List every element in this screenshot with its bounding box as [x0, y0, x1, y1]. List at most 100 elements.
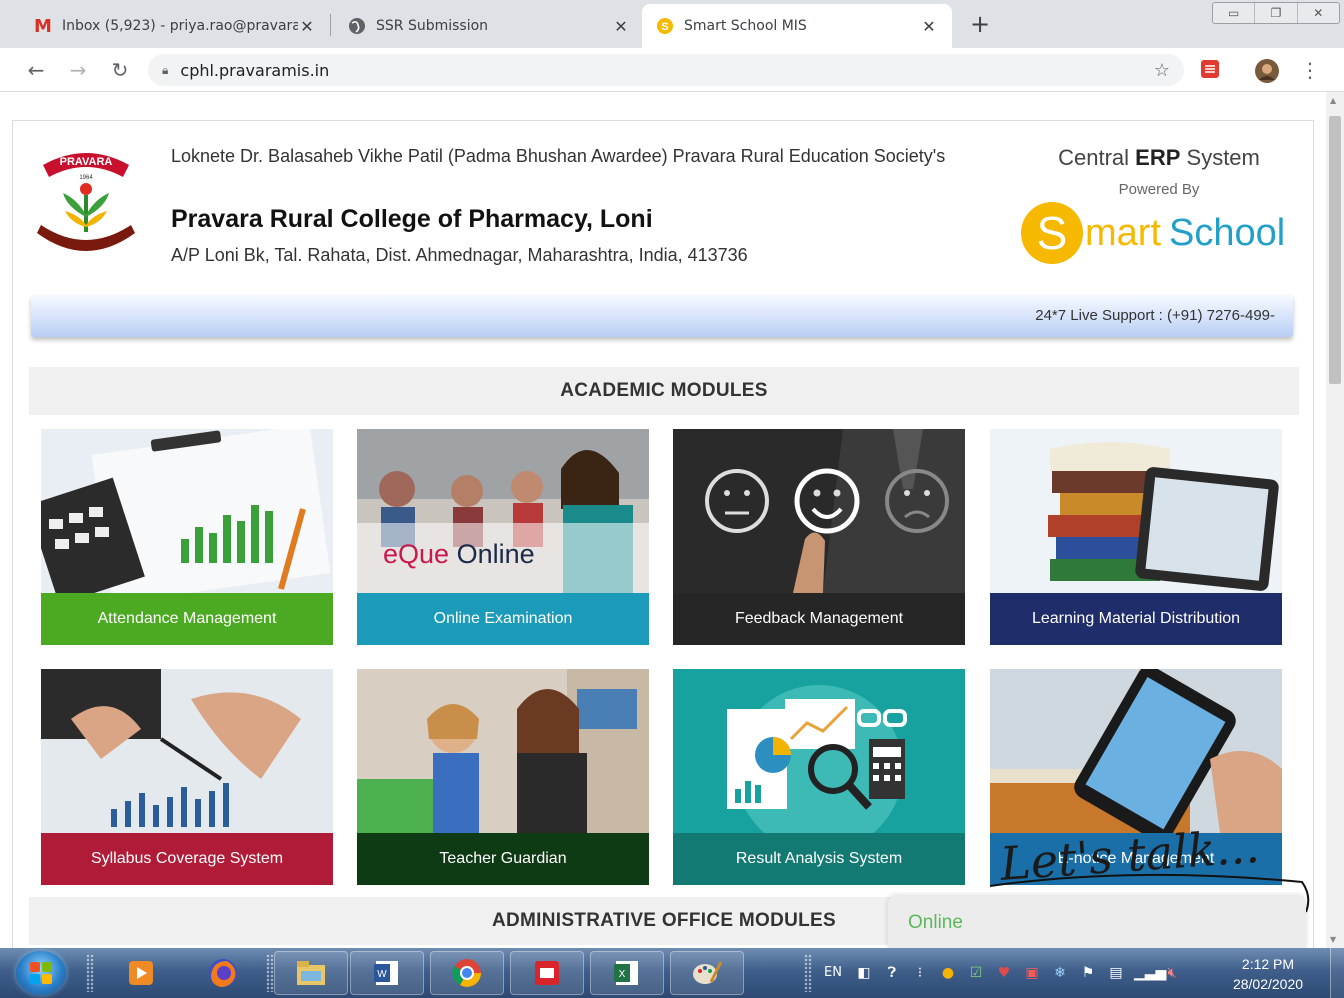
logo-text: PRAVARA: [60, 156, 113, 168]
antivirus-icon[interactable]: ▣: [1022, 963, 1042, 983]
brand-s: S: [1021, 202, 1083, 264]
tab-smart-school-mis[interactable]: S Smart School MIS ✕: [642, 4, 952, 48]
firefox-icon[interactable]: [186, 951, 260, 995]
module-feedback-management[interactable]: Feedback Management: [673, 429, 965, 645]
svg-text:X: X: [619, 969, 626, 980]
back-arrow-icon[interactable]: ←: [24, 58, 48, 82]
volume-muted-icon[interactable]: 🔇︎: [1162, 963, 1182, 983]
tab-ssr-submission[interactable]: SSR Submission ✕: [334, 4, 644, 48]
eque-overlay-1: eQue: [383, 539, 450, 569]
check-icon[interactable]: ☑: [966, 963, 986, 983]
chat-status: Online: [908, 912, 963, 933]
system-tray: EN ◧ ❓︎ ⁝ ● ☑ ♥ ▣ ❄ ⚑ ▤ ▁▃▅ 🔇︎: [820, 948, 1220, 998]
feedback-image: [673, 429, 965, 593]
chat-widget[interactable]: Online: [888, 896, 1306, 948]
tab-label: Smart School MIS: [684, 18, 807, 34]
word-icon[interactable]: W: [350, 951, 424, 995]
eque-overlay-2: Online: [456, 539, 535, 569]
module-attendance-management[interactable]: Attendance Management: [41, 429, 333, 645]
tab-label: Inbox (5,923) - priya.rao@pravara: [62, 18, 298, 34]
system-clock[interactable]: 2:12 PM 28/02/2020: [1220, 954, 1316, 994]
taskbar-grip: [266, 954, 274, 992]
snowflake-icon[interactable]: ❄: [1050, 963, 1070, 983]
clock-date: 28/02/2020: [1232, 976, 1304, 992]
extension-icon[interactable]: [1198, 58, 1222, 82]
chrome-tray-icon[interactable]: ●: [938, 963, 958, 983]
teacher-guardian-image: [357, 669, 649, 833]
show-desktop-button[interactable]: [1330, 948, 1344, 998]
support-phone: 24*7 Live Support : (+91) 7276-499-: [1035, 307, 1275, 324]
tab-separator: [330, 14, 331, 36]
svg-text:S: S: [661, 21, 668, 33]
tray-app-icon[interactable]: ◧: [854, 963, 874, 983]
forward-arrow-icon[interactable]: →: [66, 58, 90, 82]
module-learning-material-distribution[interactable]: Learning Material Distribution: [990, 429, 1282, 645]
media-player-icon[interactable]: [104, 951, 178, 995]
scroll-down-icon[interactable]: ▼: [1330, 935, 1336, 944]
module-label: Result Analysis System: [673, 833, 965, 885]
shield-icon[interactable]: ♥: [994, 963, 1014, 983]
brand-mart: mart: [1085, 211, 1161, 254]
bookmark-star-icon[interactable]: ☆: [1154, 60, 1170, 81]
erp-title-post: System: [1180, 145, 1260, 170]
syllabus-image: [41, 669, 333, 833]
close-icon[interactable]: ✕: [612, 17, 630, 36]
new-tab-button[interactable]: +: [968, 10, 992, 38]
module-online-examination[interactable]: eQue Online Online Examination: [357, 429, 649, 645]
learning-material-image: [990, 429, 1282, 593]
smart-school-icon: S: [656, 17, 674, 35]
module-label: Syllabus Coverage System: [41, 833, 333, 885]
logo-year: 1964: [79, 175, 93, 181]
minimize-button[interactable]: ▭: [1213, 3, 1256, 23]
device-icon[interactable]: ▤: [1106, 963, 1126, 983]
file-explorer-icon[interactable]: [274, 951, 348, 995]
tray-arrow-icon[interactable]: ⁝: [910, 963, 930, 983]
close-window-button[interactable]: ✕: [1298, 3, 1339, 23]
e-notice-image: [990, 669, 1282, 833]
tab-gmail[interactable]: M Inbox (5,923) - priya.rao@pravara ✕: [20, 4, 330, 48]
scrollbar-thumb[interactable]: [1329, 116, 1341, 384]
module-label: Attendance Management: [41, 593, 333, 645]
url-text: cphl.pravaramis.in: [180, 60, 330, 80]
svg-text:W: W: [377, 969, 387, 980]
scroll-up-icon[interactable]: ▲: [1330, 96, 1336, 105]
smart-school-logo[interactable]: S mart School: [1021, 201, 1293, 265]
result-analysis-image: [673, 669, 965, 833]
browser-tab-strip: M Inbox (5,923) - priya.rao@pravara ✕ SS…: [0, 0, 1344, 48]
pravara-logo: PRAVARA 1964: [37, 153, 135, 251]
module-syllabus-coverage-system[interactable]: Syllabus Coverage System: [41, 669, 333, 885]
reload-icon[interactable]: ↻: [108, 58, 132, 82]
browser-toolbar: ← → ↻ 🔒︎ cphl.pravaramis.in ☆ ⋮: [0, 48, 1344, 92]
network-signal-icon[interactable]: ▁▃▅: [1134, 963, 1166, 983]
paint-icon[interactable]: [670, 951, 744, 995]
address-bar[interactable]: 🔒︎ cphl.pravaramis.in ☆: [148, 54, 1184, 86]
module-label: Teacher Guardian: [357, 833, 649, 885]
gmail-icon: M: [34, 15, 52, 37]
action-center-flag-icon[interactable]: ⚑: [1078, 963, 1098, 983]
help-icon[interactable]: ❓︎: [882, 963, 902, 983]
start-button[interactable]: [16, 951, 66, 995]
windows-taskbar: W X EN ◧ ❓︎ ⁝ ● ☑ ♥ ▣ ❄ ⚑ ▤ ▁▃▅ 🔇︎ 2:12 …: [0, 948, 1344, 998]
window-controls: ▭ ❐ ✕: [1212, 2, 1340, 24]
page-viewport: PRAVARA 1964 Loknete Dr. Balasaheb Vikhe…: [0, 92, 1344, 948]
close-icon[interactable]: ✕: [298, 17, 316, 36]
module-result-analysis-system[interactable]: Result Analysis System: [673, 669, 965, 885]
module-label: Feedback Management: [673, 593, 965, 645]
page-scrollbar[interactable]: ▲ ▼: [1326, 92, 1344, 948]
close-icon[interactable]: ✕: [920, 17, 938, 36]
excel-icon[interactable]: X: [590, 951, 664, 995]
language-indicator[interactable]: EN: [820, 963, 846, 983]
remote-desktop-icon[interactable]: [510, 951, 584, 995]
taskbar-grip: [804, 954, 812, 992]
profile-avatar[interactable]: [1254, 58, 1279, 83]
maximize-button[interactable]: ❐: [1255, 3, 1298, 23]
module-teacher-guardian[interactable]: Teacher Guardian: [357, 669, 649, 885]
browser-menu-icon[interactable]: ⋮: [1298, 58, 1322, 82]
clock-time: 2:12 PM: [1241, 956, 1295, 972]
powered-by-label: Powered By: [1118, 181, 1200, 198]
taskbar-grip: [86, 954, 94, 992]
chrome-icon[interactable]: [430, 951, 504, 995]
eque-online-overlay: eQue Online: [383, 539, 535, 570]
attendance-image: [41, 429, 333, 593]
support-bar: 24*7 Live Support : (+91) 7276-499-: [31, 295, 1293, 337]
